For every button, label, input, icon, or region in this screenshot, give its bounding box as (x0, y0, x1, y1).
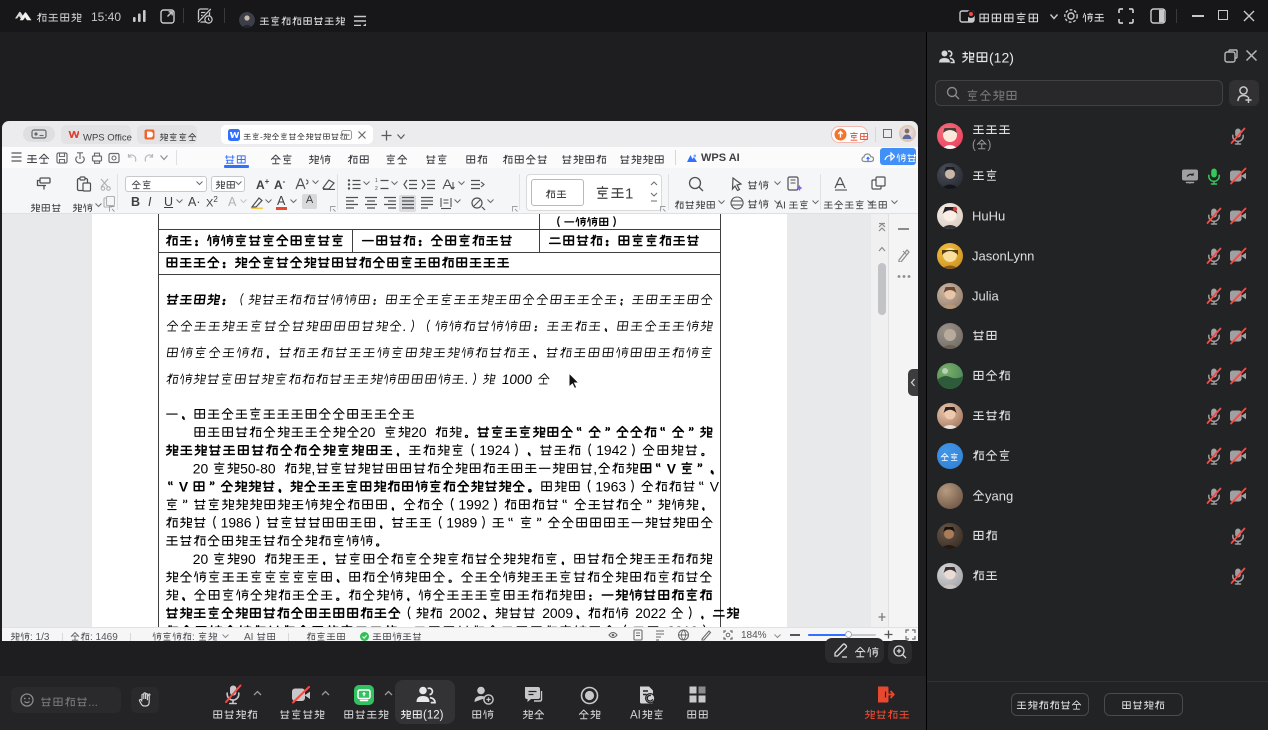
svg-text:AI: AI (776, 200, 786, 212)
svg-text:1989: 1989 (446, 515, 477, 531)
svg-text:1963: 1963 (595, 478, 626, 494)
svg-text:(12): (12) (989, 49, 1014, 65)
svg-text:WPS Office: WPS Office (83, 133, 132, 143)
svg-text:20: 20 (193, 460, 209, 476)
svg-text:20: 20 (411, 424, 427, 440)
svg-text:50-80: 50-80 (240, 460, 276, 476)
svg-text:1992: 1992 (458, 497, 489, 513)
svg-text:,: , (593, 460, 597, 476)
svg-text:Julia: Julia (972, 288, 1000, 303)
svg-text:2: 2 (375, 186, 378, 191)
svg-text:.: . (402, 319, 408, 334)
svg-text:2009: 2009 (542, 605, 573, 621)
svg-text:1924: 1924 (479, 442, 510, 458)
svg-text:: 1/3: : 1/3 (30, 632, 50, 643)
svg-text:20: 20 (360, 424, 376, 440)
svg-text:AI: AI (630, 710, 641, 722)
svg-text:1986: 1986 (221, 515, 252, 531)
svg-text:20: 20 (193, 551, 209, 567)
svg-text:1: 1 (375, 178, 378, 184)
svg-text:.: . (464, 372, 470, 387)
svg-text:1942: 1942 (596, 442, 627, 458)
svg-text:V: V (710, 478, 720, 494)
svg-text:yang: yang (985, 488, 1013, 503)
svg-text:V: V (179, 478, 189, 494)
svg-text:(: ( (972, 140, 976, 152)
svg-text:JasonLynn: JasonLynn (972, 248, 1034, 263)
svg-text:1: 1 (625, 185, 633, 202)
svg-text:2002: 2002 (449, 605, 480, 621)
svg-text:2022: 2022 (635, 605, 666, 621)
svg-text:90: 90 (240, 551, 256, 567)
svg-text:V: V (667, 460, 677, 476)
svg-text:: 1469: : 1469 (90, 632, 118, 643)
svg-text:...: ... (88, 695, 98, 709)
svg-text:): ) (988, 140, 992, 152)
svg-text:AI: AI (244, 632, 253, 643)
svg-text:HuHu: HuHu (972, 208, 1005, 223)
svg-text::: : (192, 632, 195, 643)
svg-text:(12): (12) (423, 710, 444, 722)
svg-text:1000: 1000 (501, 372, 533, 387)
svg-text:-: - (260, 132, 263, 142)
svg-text:,: , (311, 460, 315, 476)
svg-text:2019: 2019 (667, 623, 698, 627)
